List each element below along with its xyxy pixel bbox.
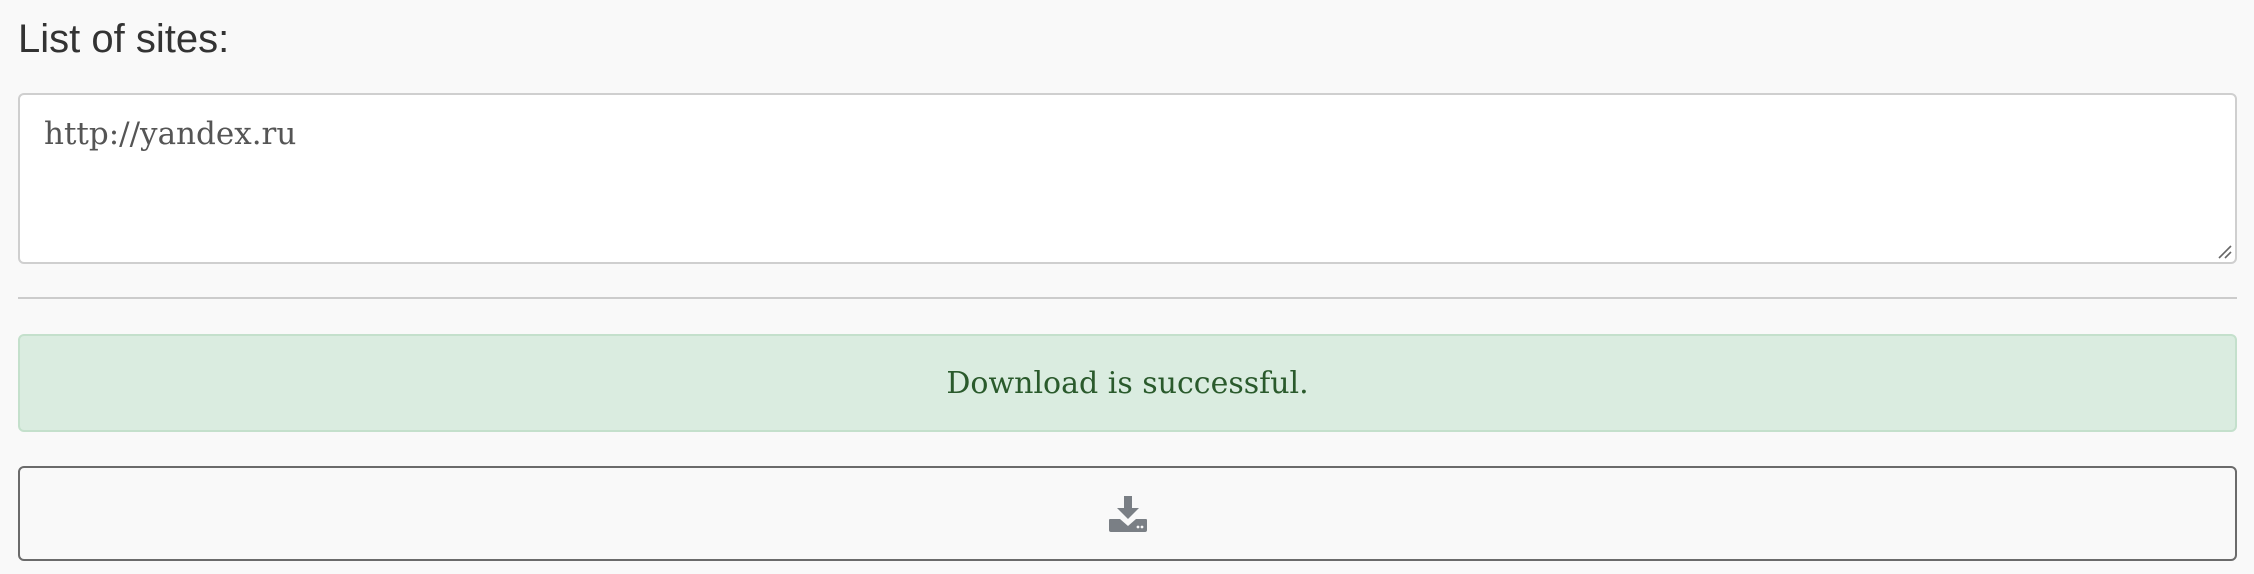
divider	[18, 297, 2237, 299]
sites-textarea[interactable]: http://yandex.ru	[18, 93, 2237, 264]
page: List of sites: http://yandex.ru Download…	[0, 0, 2254, 574]
resize-handle-icon[interactable]	[2216, 243, 2232, 259]
download-icon	[1108, 495, 1147, 532]
download-button[interactable]	[18, 466, 2237, 561]
page-title: List of sites:	[18, 17, 230, 61]
success-alert: Download is successful.	[18, 334, 2237, 432]
alert-message: Download is successful.	[946, 365, 1309, 401]
sites-textarea-value[interactable]: http://yandex.ru	[44, 111, 296, 157]
